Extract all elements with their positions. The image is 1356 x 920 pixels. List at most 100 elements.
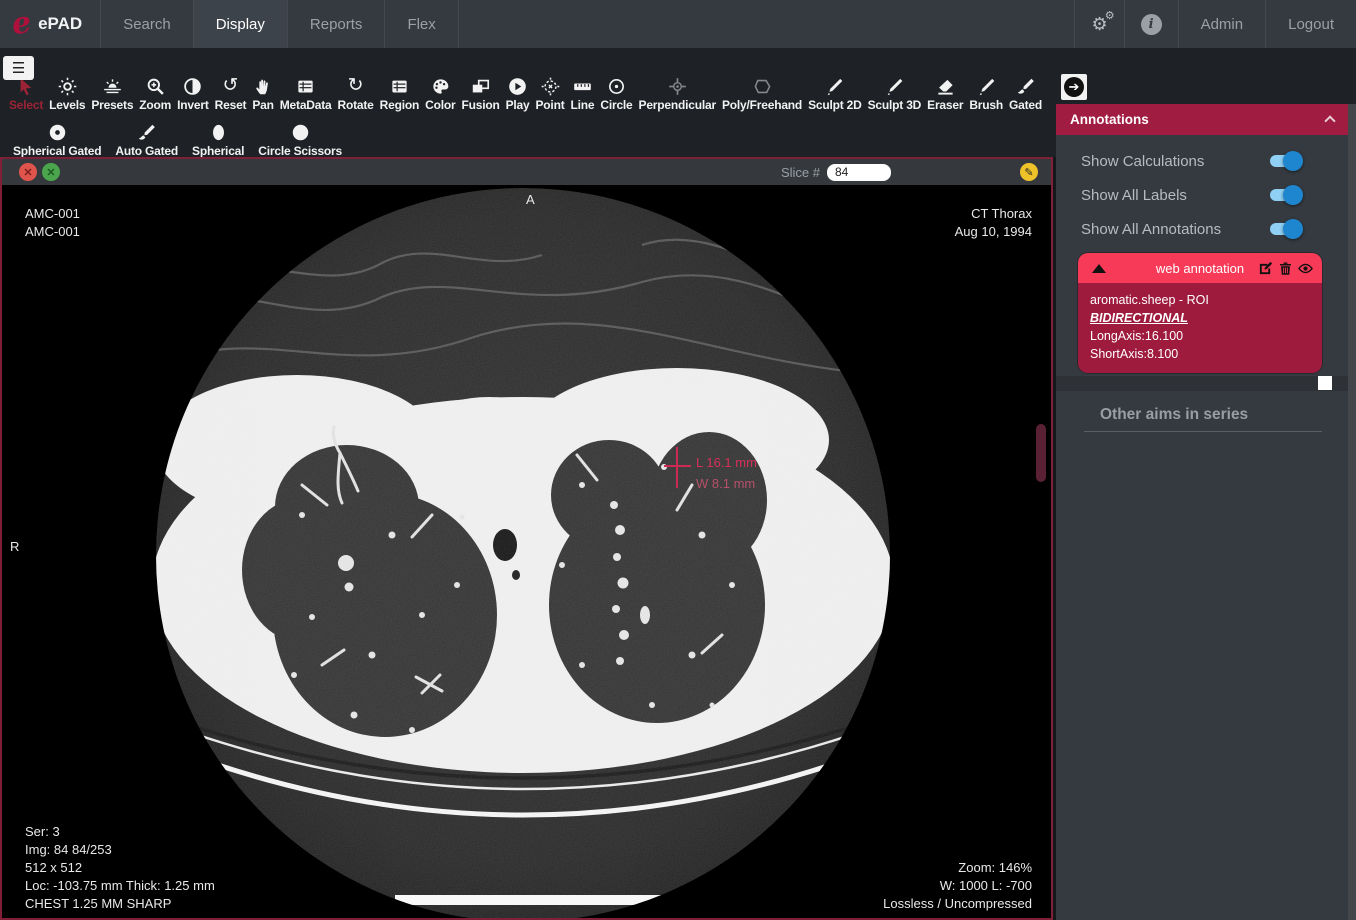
hand-icon bbox=[254, 72, 273, 96]
overlay-text-line: 512 x 512 bbox=[25, 859, 215, 877]
nav-item-search[interactable]: Search bbox=[101, 0, 194, 48]
menu-button[interactable]: ☰ bbox=[3, 56, 34, 80]
sun-icon bbox=[58, 72, 77, 96]
show-calculations-label: Show Calculations bbox=[1081, 153, 1204, 170]
tool-label: Invert bbox=[177, 98, 208, 112]
tool-gated[interactable]: Gated bbox=[1006, 72, 1045, 112]
tool-invert[interactable]: Invert bbox=[174, 72, 211, 112]
slice-scrollbar-thumb[interactable] bbox=[1036, 424, 1046, 482]
nav-spacer bbox=[459, 0, 1075, 48]
annotations-title: Annotations bbox=[1070, 112, 1149, 127]
tool-label: Gated bbox=[1009, 98, 1042, 112]
tool-color[interactable]: Color bbox=[422, 72, 458, 112]
annotation-card[interactable]: web annotation aromatic.sheep - ROI BIDI… bbox=[1078, 253, 1322, 373]
nav-item-display[interactable]: Display bbox=[194, 0, 288, 48]
settings-gears-icon: ⚙⚙ bbox=[1091, 15, 1107, 33]
epad-logo[interactable]: e ePAD bbox=[0, 0, 101, 48]
settings-button[interactable]: ⚙⚙ bbox=[1074, 0, 1123, 48]
tool-circle-scissors[interactable]: Circle Scissors bbox=[251, 118, 349, 158]
tool-label: Eraser bbox=[927, 98, 963, 112]
slice-number-input[interactable] bbox=[827, 164, 891, 181]
circle-filled-icon bbox=[291, 118, 310, 142]
scrollbar-thumb[interactable] bbox=[1318, 376, 1332, 390]
annotation-name: aromatic.sheep - ROI bbox=[1090, 291, 1310, 309]
tool-auto-gated[interactable]: Auto Gated bbox=[108, 118, 185, 158]
edit-slice-button[interactable]: ✎ bbox=[1020, 163, 1038, 181]
tool-label: Spherical bbox=[192, 144, 244, 158]
eraser-icon bbox=[936, 72, 955, 96]
close-viewport-button[interactable]: ✕ bbox=[19, 163, 37, 181]
tool-spherical-gated[interactable]: Spherical Gated bbox=[6, 118, 108, 158]
overlay-text-line: AMC-001 bbox=[25, 223, 80, 241]
panel-scrollbar-track[interactable] bbox=[1348, 104, 1356, 920]
tool-label: Sculpt 3D bbox=[868, 98, 922, 112]
tool-fusion[interactable]: Fusion bbox=[458, 72, 502, 112]
ct-image-area[interactable]: AMC-001AMC-001 CT ThoraxAug 10, 1994 A R… bbox=[2, 185, 1051, 918]
tool-label: Poly/Freehand bbox=[722, 98, 802, 112]
tool-poly-freehand[interactable]: Poly/Freehand bbox=[719, 72, 805, 112]
tool-region[interactable]: Region bbox=[377, 72, 422, 112]
tool-pan[interactable]: Pan bbox=[249, 72, 276, 112]
card-scrollbar-strip bbox=[1056, 376, 1348, 391]
tool-perpendicular[interactable]: Perpendicular bbox=[636, 72, 719, 112]
tool-sculpt-3d[interactable]: Sculpt 3D bbox=[865, 72, 925, 112]
annotation-short-axis: ShortAxis:8.100 bbox=[1090, 345, 1310, 363]
overlay-text-line: Lossless / Uncompressed bbox=[883, 895, 1032, 913]
tool-levels[interactable]: Levels bbox=[46, 72, 88, 112]
brush-icon bbox=[1016, 72, 1035, 96]
pencil-icon: ✎ bbox=[1024, 166, 1033, 179]
tool-sculpt-2d[interactable]: Sculpt 2D bbox=[805, 72, 865, 112]
delete-annotation-button[interactable] bbox=[1278, 261, 1293, 276]
show-all-labels-toggle[interactable] bbox=[1270, 189, 1300, 201]
ct-scan-image[interactable] bbox=[2, 185, 1051, 918]
tool-point[interactable]: Point bbox=[533, 72, 568, 112]
tool-line[interactable]: Line bbox=[568, 72, 598, 112]
show-all-annotations-toggle[interactable] bbox=[1270, 223, 1300, 235]
show-calculations-toggle[interactable] bbox=[1270, 155, 1300, 167]
tool-zoom[interactable]: Zoom bbox=[136, 72, 174, 112]
annotations-section-header[interactable]: Annotations bbox=[1056, 104, 1348, 135]
tool-play[interactable]: Play bbox=[503, 72, 533, 112]
nav-item-admin[interactable]: Admin bbox=[1178, 0, 1266, 48]
orientation-marker-left: R bbox=[10, 538, 19, 556]
toggle-row-show-all-labels: Show All Labels bbox=[1056, 178, 1348, 212]
tool-brush[interactable]: Brush bbox=[966, 72, 1006, 112]
annotation-long-axis: LongAxis:16.100 bbox=[1090, 327, 1310, 345]
tool-circle[interactable]: Circle bbox=[597, 72, 635, 112]
panel-top-strip bbox=[1056, 48, 1356, 104]
brush-icon bbox=[137, 118, 156, 142]
nav-item-reports[interactable]: Reports bbox=[288, 0, 386, 48]
expand-viewport-button[interactable]: ✕ bbox=[42, 163, 60, 181]
info-button[interactable]: i bbox=[1124, 0, 1178, 48]
tool-eraser[interactable]: Eraser bbox=[924, 72, 966, 112]
tool-rotate[interactable]: ↻Rotate bbox=[335, 72, 377, 112]
rotate-arrow-icon: ↻ bbox=[348, 72, 364, 96]
layers-icon bbox=[471, 72, 490, 96]
show-annotation-eye-button[interactable] bbox=[1298, 261, 1313, 276]
collapse-panel-button[interactable]: ➔ bbox=[1061, 74, 1087, 100]
annotation-card-header[interactable]: web annotation bbox=[1078, 253, 1322, 283]
tool-label: Presets bbox=[91, 98, 133, 112]
pen-icon bbox=[885, 72, 904, 96]
show-all-annotations-label: Show All Annotations bbox=[1081, 221, 1221, 238]
overlay-text-line: Ser: 3 bbox=[25, 823, 215, 841]
edit-annotation-button[interactable] bbox=[1258, 261, 1273, 276]
tool-label: Auto Gated bbox=[115, 144, 178, 158]
overlay-text-line: W: 1000 L: -700 bbox=[883, 877, 1032, 895]
slice-number-label: Slice # bbox=[781, 165, 820, 180]
tool-label: Fusion bbox=[461, 98, 499, 112]
toggle-row-show-all-annotations: Show All Annotations bbox=[1056, 212, 1348, 246]
play-circle-icon bbox=[508, 72, 527, 96]
tool-label: Color bbox=[425, 98, 455, 112]
close-icon: ✕ bbox=[23, 166, 32, 179]
tool-spherical[interactable]: Spherical bbox=[185, 118, 251, 158]
tool-metadata[interactable]: MetaData bbox=[277, 72, 335, 112]
overlay-text-line: AMC-001 bbox=[25, 205, 80, 223]
circle-dot-icon bbox=[607, 72, 626, 96]
tool-presets[interactable]: Presets bbox=[88, 72, 136, 112]
tool-reset[interactable]: ↺Reset bbox=[212, 72, 250, 112]
nav-item-flex[interactable]: Flex bbox=[385, 0, 458, 48]
overlay-text-line: Img: 84 84/253 bbox=[25, 841, 215, 859]
nav-item-logout[interactable]: Logout bbox=[1265, 0, 1356, 48]
series-info-bottom-left: Ser: 3Img: 84 84/253512 x 512Loc: -103.7… bbox=[25, 823, 215, 913]
